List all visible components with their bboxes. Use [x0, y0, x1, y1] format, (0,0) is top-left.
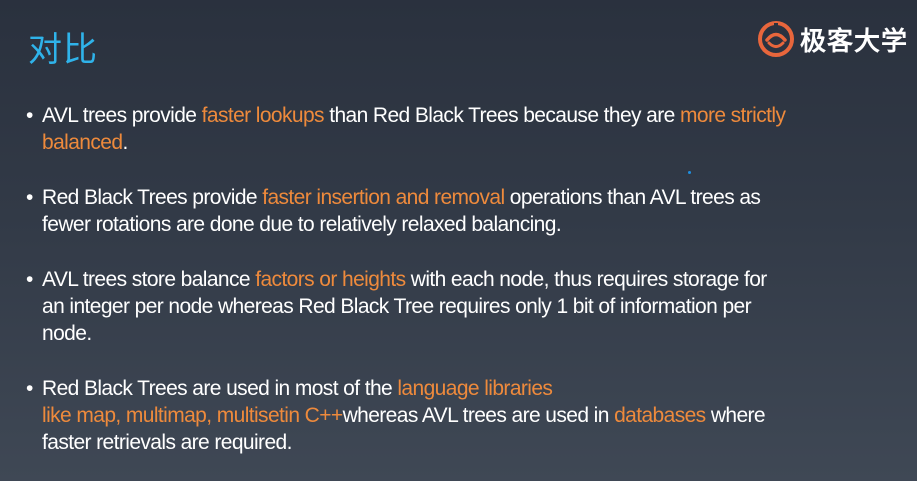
body-text: with each node, thus requires storage fo… [405, 268, 768, 291]
bullet-list: • AVL trees provide faster lookups than … [20, 102, 840, 481]
logo-text: 极客大学 [800, 26, 909, 57]
geek-university-logo-icon [758, 21, 794, 57]
bullet-dot-icon: • [26, 268, 33, 291]
bullet-text: Red Black Trees provide faster insertion… [42, 186, 761, 236]
body-text: operations than AVL trees as [504, 186, 761, 209]
slide-title: 对比 [28, 30, 98, 70]
bullet-dot-icon: • [26, 104, 33, 127]
highlighted-text: databases [614, 404, 706, 427]
body-text: AVL trees provide [42, 104, 202, 127]
body-text: Red Black Trees provide [42, 186, 263, 209]
highlighted-text: language libraries [397, 377, 553, 400]
body-text: faster retrievals are required. [42, 431, 292, 454]
body-text: an integer per node whereas Red Black Tr… [42, 295, 752, 318]
bullet-item: • AVL trees store balance factors or hei… [20, 266, 840, 347]
bullet-item: • Red Black Trees are used in most of th… [20, 375, 840, 456]
bullet-text: Red Black Trees are used in most of the … [42, 377, 766, 454]
highlighted-text: faster insertion and removal [262, 186, 505, 209]
bullet-dot-icon: • [26, 186, 33, 209]
body-text: node. [42, 322, 92, 345]
bullet-item: • AVL trees provide faster lookups than … [20, 102, 840, 156]
highlighted-text: factors or heights [255, 268, 406, 291]
bullet-text: AVL trees store balance factors or heigh… [42, 268, 767, 345]
bullet-text: AVL trees provide faster lookups than Re… [42, 104, 786, 154]
bullet-dot-icon: • [26, 377, 33, 400]
logo: 极客大学 [756, 19, 908, 59]
bullet-item: • Red Black Trees provide faster inserti… [20, 184, 840, 238]
body-text: fewer rotations are done due to relative… [42, 213, 562, 236]
body-text: Red Black Trees are used in most of the [42, 377, 398, 400]
body-text: whereas AVL trees are used in [342, 404, 615, 427]
highlighted-text: like map, multimap, multisetin C++ [42, 404, 343, 427]
highlighted-text: faster lookups [201, 104, 325, 127]
highlighted-text: balanced [42, 131, 123, 154]
body-text: . [122, 131, 128, 154]
body-text: where [705, 404, 766, 427]
highlighted-text: more strictly [679, 104, 786, 127]
body-text: than Red Black Trees because they are [323, 104, 680, 127]
body-text: AVL trees store balance [42, 268, 256, 291]
